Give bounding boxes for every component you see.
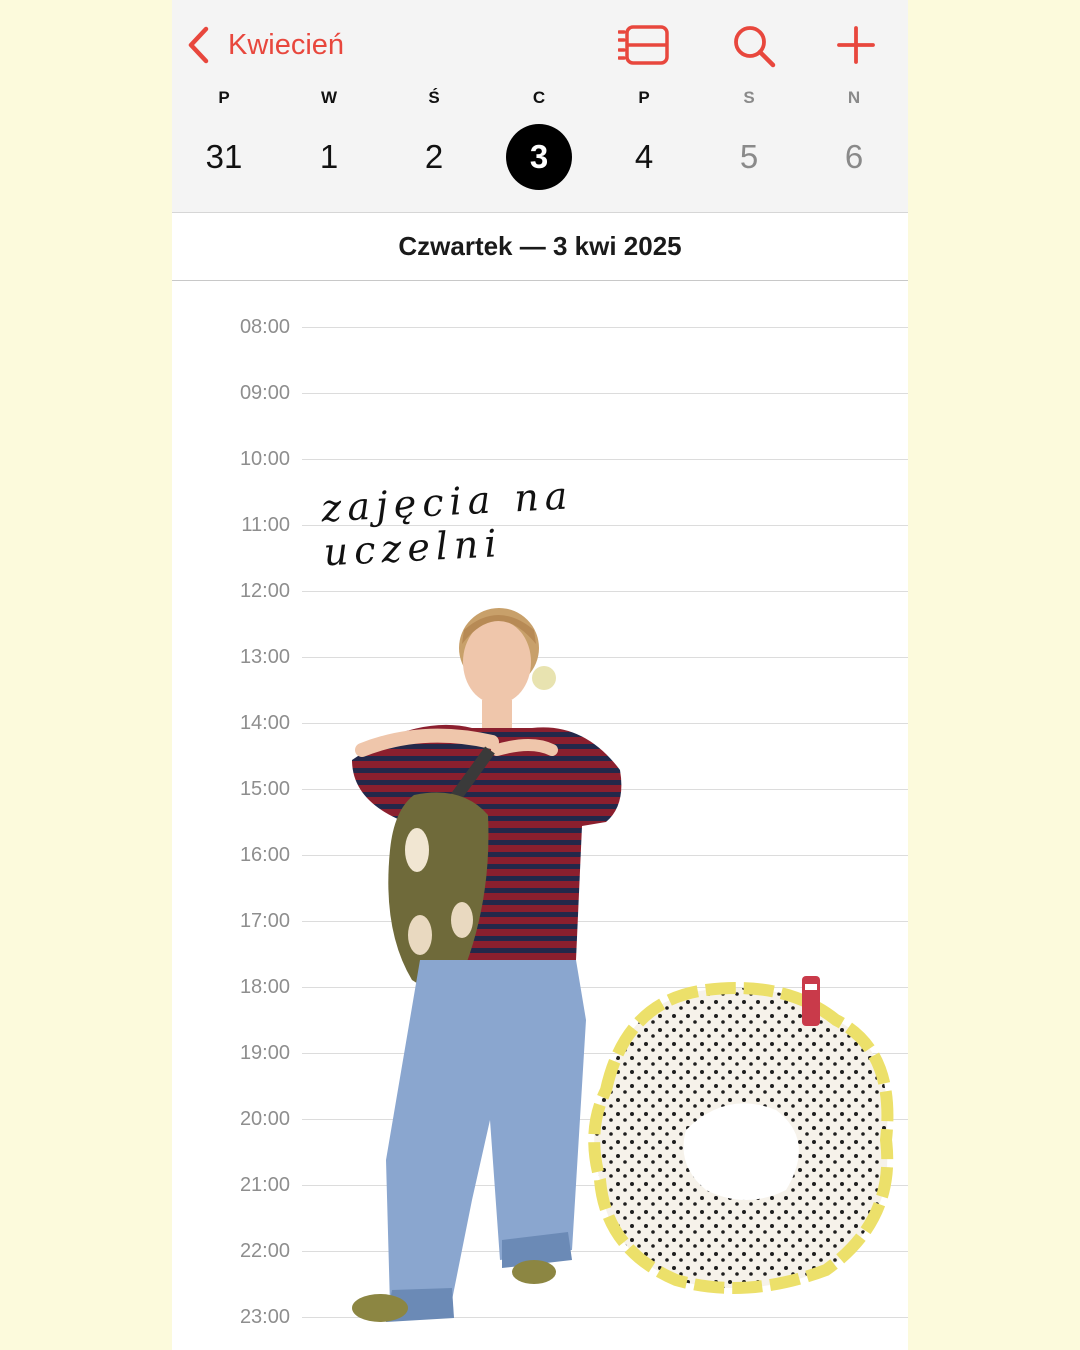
hour-label: 23:00: [239, 1306, 290, 1328]
day-cell[interactable]: 5: [716, 124, 782, 190]
day-title: Czwartek — 3 kwi 2025: [398, 231, 682, 261]
chevron-left-icon: [188, 26, 209, 64]
weekday-letter: S: [743, 88, 755, 107]
weekday-letter: P: [218, 88, 230, 107]
hour-label: 20:00: [239, 1108, 290, 1130]
weekday-letter: C: [532, 88, 546, 107]
hour-row: 08:00: [172, 316, 908, 346]
hour-divider: [302, 459, 908, 460]
hour-label: 19:00: [239, 1042, 290, 1064]
hour-divider: [302, 393, 908, 394]
day-cell-selected[interactable]: 3: [506, 124, 572, 190]
search-icon: [734, 26, 776, 68]
hour-divider: [302, 327, 908, 328]
day-cell[interactable]: 4: [611, 124, 677, 190]
hour-label: 22:00: [239, 1240, 290, 1262]
weekday-letter: P: [638, 88, 650, 107]
hour-label: 21:00: [239, 1174, 290, 1196]
weekday-header: P W Ś C P S N: [172, 88, 908, 118]
day-cell[interactable]: 31: [191, 124, 257, 190]
hour-row: 09:00: [172, 382, 908, 412]
scrunchie-photo: [588, 976, 894, 1294]
hour-label: 17:00: [239, 910, 290, 932]
add-event-button[interactable]: [836, 24, 876, 71]
calendar-screen: Kwiecień P W Ś C P S N 31 1 2 3 4 5 6 Cz…: [172, 0, 908, 1350]
hour-row: 10:00: [172, 448, 908, 478]
plus-icon: [837, 26, 875, 64]
hour-label: 12:00: [239, 580, 290, 602]
month-label: Kwiecień: [228, 28, 345, 61]
hour-divider: [302, 591, 908, 592]
hour-label: 08:00: [239, 316, 290, 338]
day-cell[interactable]: 6: [821, 124, 887, 190]
hour-label: 13:00: [239, 646, 290, 668]
weekday-letter: N: [847, 88, 861, 107]
list-view-button[interactable]: [617, 24, 670, 71]
hour-label: 11:00: [241, 514, 290, 536]
hour-label: 15:00: [239, 778, 290, 800]
hour-label: 18:00: [239, 976, 290, 998]
hour-label: 09:00: [239, 382, 290, 404]
search-button[interactable]: [732, 24, 776, 73]
calendar-topbar: Kwiecień P W Ś C P S N 31 1 2 3 4 5 6: [172, 0, 908, 212]
list-view-icon: [617, 25, 669, 65]
back-button[interactable]: Kwiecień: [186, 24, 344, 66]
weekday-letter: W: [320, 88, 338, 107]
day-cell[interactable]: 2: [401, 124, 467, 190]
hour-label: 14:00: [239, 712, 290, 734]
week-strip: 31 1 2 3 4 5 6: [172, 124, 908, 194]
handwritten-event-note: zajęcia na uczelni: [320, 473, 575, 575]
day-header: Czwartek — 3 kwi 2025: [172, 212, 908, 281]
weekday-letter: Ś: [428, 88, 440, 107]
hour-label: 16:00: [239, 844, 290, 866]
day-cell[interactable]: 1: [296, 124, 362, 190]
hour-label: 10:00: [239, 448, 290, 470]
